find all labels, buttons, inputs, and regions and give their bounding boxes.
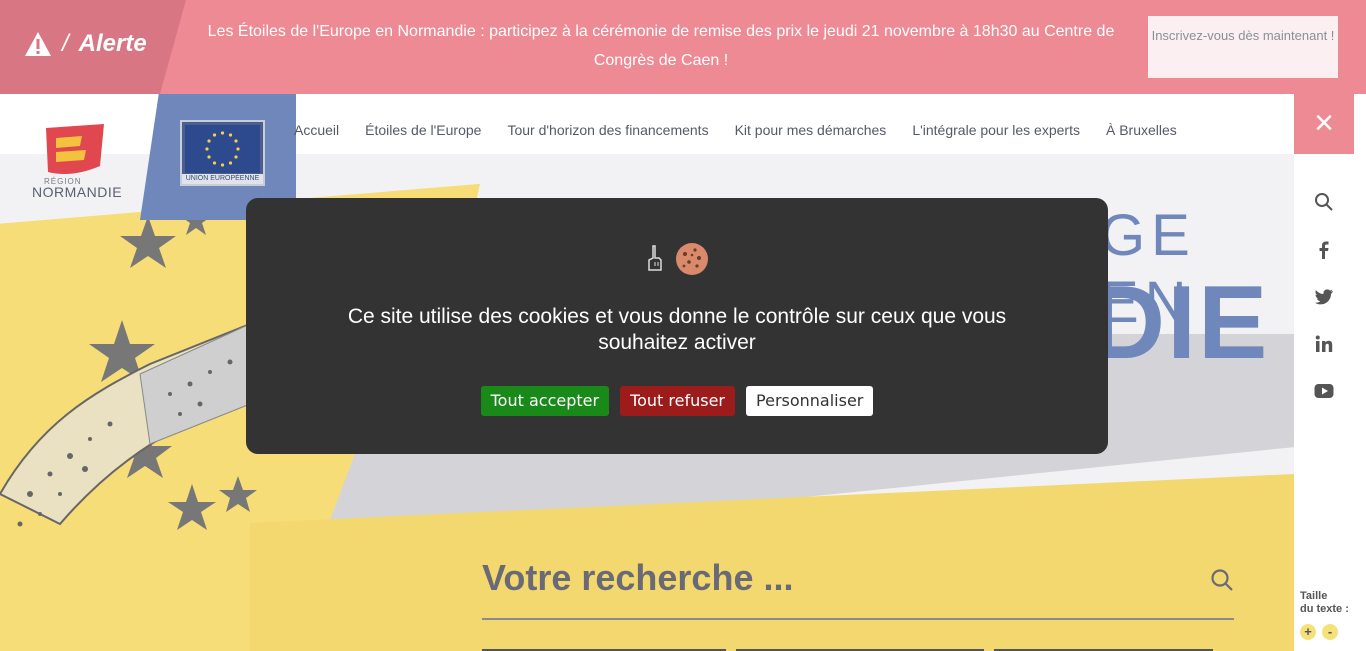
warning-icon — [25, 32, 51, 56]
search-icon[interactable] — [1314, 192, 1334, 212]
main-nav: Accueil Étoiles de l'Europe Tour d'horiz… — [294, 122, 1177, 138]
nav-item-kit[interactable]: Kit pour mes démarches — [735, 122, 887, 138]
alert-label: / Alerte — [24, 30, 147, 58]
cookie-message: Ce site utilise des cookies et vous donn… — [347, 305, 1007, 354]
nav-item-bruxelles[interactable]: À Bruxelles — [1106, 122, 1177, 138]
facebook-icon[interactable] — [1314, 240, 1334, 260]
cookie-actions: Tout accepter Tout refuser Personnaliser — [246, 386, 1108, 416]
youtube-icon[interactable] — [1314, 381, 1334, 401]
cookie-icon — [676, 243, 708, 275]
linkedin-icon[interactable] — [1314, 334, 1334, 354]
hand-pointer-icon — [648, 245, 662, 271]
search-icon[interactable] — [1210, 568, 1234, 592]
alert-bar: / Alerte Les Étoiles de l'Europe en Norm… — [0, 0, 1366, 94]
alert-separator: / — [62, 30, 69, 57]
eu-logo[interactable]: UNION EUROPÉENNE — [180, 120, 265, 186]
accept-all-button[interactable]: Tout accepter — [480, 386, 610, 416]
eu-flag-icon — [185, 125, 260, 173]
refuse-all-button[interactable]: Tout refuser — [620, 386, 736, 416]
nav-item-accueil[interactable]: Accueil — [294, 122, 339, 138]
hero-title-line-2: DIE — [1090, 265, 1270, 381]
cookie-icons — [246, 242, 1108, 276]
cookie-consent-dialog: Ce site utilise des cookies et vous donn… — [246, 198, 1108, 454]
nav-item-financements[interactable]: Tour d'horizon des financements — [507, 122, 708, 138]
search-bar — [482, 548, 1234, 620]
alert-label-text: Alerte — [78, 30, 147, 57]
search-input[interactable] — [482, 556, 1182, 600]
register-button[interactable]: Inscrivez-vous dès maintenant ! — [1148, 16, 1338, 78]
twitter-icon[interactable] — [1314, 287, 1334, 307]
alert-message: Les Étoiles de l'Europe en Normandie : p… — [207, 23, 1115, 69]
social-rail: Taille du texte : + - — [1294, 154, 1354, 651]
customize-button[interactable]: Personnaliser — [746, 386, 874, 416]
nav-item-etoiles[interactable]: Étoiles de l'Europe — [365, 122, 481, 138]
eu-caption: UNION EUROPÉENNE — [182, 174, 263, 184]
close-button[interactable]: × — [1294, 94, 1354, 154]
region-normandie-logo[interactable]: RÉGION NORMANDIE — [28, 122, 124, 202]
text-size-label-line1: Taille — [1300, 590, 1328, 602]
text-size-label: Taille du texte : — [1300, 590, 1349, 616]
text-size-label-line2: du texte : — [1300, 603, 1349, 615]
logo-text: NORMANDIE — [32, 184, 123, 200]
text-size-increase-button[interactable]: + — [1300, 624, 1316, 640]
nav-item-experts[interactable]: L'intégrale pour les experts — [912, 122, 1080, 138]
normandie-shield-icon — [46, 124, 104, 174]
text-size-decrease-button[interactable]: - — [1322, 624, 1338, 640]
